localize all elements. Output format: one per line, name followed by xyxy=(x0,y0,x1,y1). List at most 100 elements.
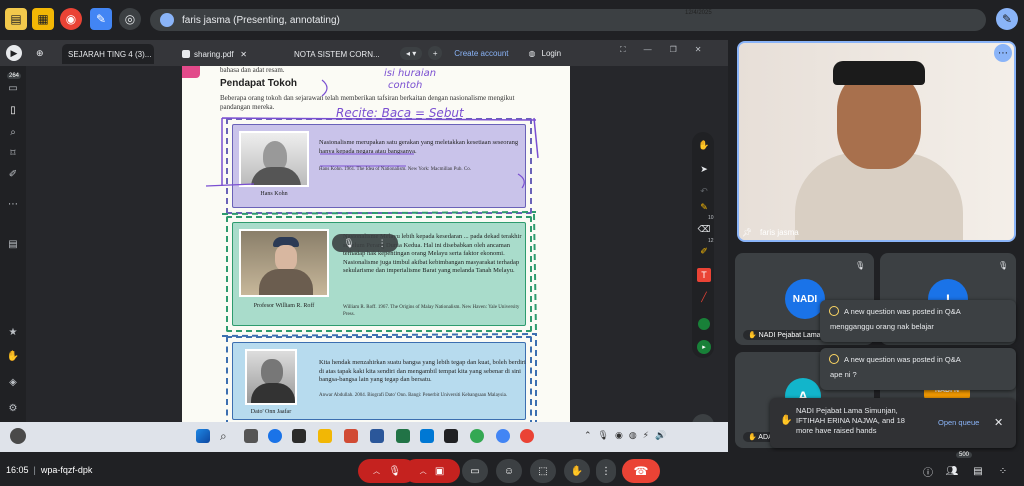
raised-hand-icon: ✋ xyxy=(780,415,793,426)
user-icon[interactable]: ◍ xyxy=(529,49,536,58)
settings-icon[interactable]: ⚙ xyxy=(6,402,20,414)
question-icon xyxy=(829,306,839,316)
more-options-button[interactable]: ⋮ xyxy=(596,459,616,483)
presenter-name: faris jasma xyxy=(760,228,799,237)
presenter-avatar xyxy=(160,13,174,27)
size-count-1: 10 xyxy=(708,215,714,221)
meeting-clock: 16:05 | wpa-fqzf-dpk xyxy=(6,465,93,475)
pen-icon[interactable]: ╱ xyxy=(697,290,711,304)
chrome-profile-icon[interactable] xyxy=(496,429,510,443)
record-icon[interactable]: ◉ xyxy=(60,8,82,30)
pin-icon[interactable]: 📌︎ xyxy=(742,228,752,237)
edge-icon[interactable] xyxy=(268,429,282,443)
present-button[interactable]: ⬚ xyxy=(530,459,556,483)
marker-icon[interactable]: ✐ xyxy=(697,244,711,258)
close-icon[interactable]: ✕ xyxy=(240,50,247,59)
presenter-banner: faris jasma (Presenting, annotating) xyxy=(150,9,986,31)
system-tray-icons[interactable]: ⌃🎙︎◉◍⚡🔊 xyxy=(584,430,672,441)
count-badge: 264 xyxy=(7,73,22,79)
minimize-icon[interactable]: — xyxy=(644,45,652,55)
layers-icon[interactable]: ◈ xyxy=(6,376,20,388)
close-window-icon[interactable]: ✕ xyxy=(695,45,702,55)
color-green-icon[interactable] xyxy=(698,318,710,330)
play-green-icon[interactable]: ▸ xyxy=(697,340,711,354)
notes-icon[interactable]: ▤ xyxy=(5,8,27,30)
eraser-icon[interactable]: ⌫ xyxy=(697,222,711,236)
mic-off-icon: 🎙︎ xyxy=(855,261,866,270)
more-icon[interactable]: ⋯ xyxy=(6,198,20,210)
highlight-icon[interactable]: ✐ xyxy=(6,168,20,180)
activities-icon[interactable]: ⁘ xyxy=(996,464,1010,478)
end-call-button[interactable]: ☎ xyxy=(622,459,660,483)
qa-title: A new question was posted in Q&A xyxy=(844,307,961,316)
excel-icon[interactable] xyxy=(396,429,410,443)
edit-form-icon[interactable]: ✎ xyxy=(90,8,112,30)
create-account-link[interactable]: Create account xyxy=(454,49,508,58)
app-icon[interactable] xyxy=(292,429,306,443)
tab-sharing[interactable]: sharing.pdf ✕ xyxy=(176,44,276,64)
raised-hands-toast: ✋ NADI Pejabat Lama Simunjan, IFTIHAH ER… xyxy=(770,398,1016,448)
undo-icon[interactable]: ↶ xyxy=(697,184,711,198)
cursor-tool-icon[interactable]: ➤ xyxy=(697,162,711,176)
tab-nota[interactable]: NOTA SISTEM CORN... ✕ xyxy=(284,44,382,64)
page-icon[interactable]: ▭ xyxy=(6,82,20,94)
emoji-button[interactable]: ☺ xyxy=(496,459,522,483)
qa-notification-2[interactable]: A new question was posted in Q&A ape ni … xyxy=(820,348,1016,390)
camera-toggle-button[interactable]: ︿ ▣ xyxy=(404,459,460,483)
participant-name: ✋ NADI Pejabat Lama xyxy=(743,330,826,340)
raise-hand-button[interactable]: ✋ xyxy=(564,459,590,483)
participant-count: 500 xyxy=(956,452,973,458)
dropdown-icon[interactable]: ◂ ▾ xyxy=(400,46,423,60)
search-icon[interactable]: ⌕ xyxy=(220,429,234,443)
windows-start-icon[interactable] xyxy=(196,429,210,443)
play-icon[interactable]: ▶ xyxy=(6,45,22,61)
mic-off-icon: 🎙︎ xyxy=(998,261,1009,270)
clipboard-icon[interactable]: ▤ xyxy=(6,238,20,250)
add-icon[interactable]: + xyxy=(428,46,443,60)
eye-icon[interactable]: ◎ xyxy=(119,8,141,30)
qa-notification-1[interactable]: A new question was posted in Q&A menggan… xyxy=(820,300,1016,342)
captions-button[interactable]: ▭ xyxy=(462,459,488,483)
task-view-icon[interactable] xyxy=(244,429,258,443)
pdf-icon xyxy=(182,50,190,58)
annotation-popup: 🎙︎ ⋮ xyxy=(332,234,398,252)
star-icon[interactable]: ★ xyxy=(6,326,20,338)
terminal-icon[interactable] xyxy=(444,429,458,443)
highlighter-icon[interactable]: ✎ xyxy=(697,200,711,214)
weather-icon[interactable] xyxy=(10,428,26,444)
more-options-icon[interactable]: ⋯ xyxy=(994,44,1012,62)
search-icon[interactable]: ⌕ xyxy=(6,126,20,138)
people-icon[interactable]: 👥︎ xyxy=(945,464,959,478)
browser-controls: ◂ ▾ + Create account ◍ Login xyxy=(400,45,561,61)
bookmark-icon[interactable]: ⌑ xyxy=(6,147,20,159)
word-icon[interactable] xyxy=(370,429,384,443)
presenter-video-tile[interactable] xyxy=(737,41,1016,242)
powerpoint-icon[interactable] xyxy=(344,429,358,443)
info-icon[interactable]: ⓘ xyxy=(921,464,935,479)
window-controls: ⛶ — ❐ ✕ xyxy=(620,45,701,55)
file-explorer-icon[interactable] xyxy=(318,429,332,443)
hand-tool-icon[interactable]: ✋ xyxy=(697,138,711,152)
new-tab-icon[interactable]: ⊕ xyxy=(36,48,44,59)
tab-sejarah[interactable]: SEJARAH TING 4 (3)... ✕ xyxy=(62,44,154,64)
qa-body: ape ni ? xyxy=(830,370,857,379)
outlook-icon[interactable] xyxy=(420,429,434,443)
qa-body: mengganggu orang nak belajar xyxy=(830,322,934,331)
annotate-pen-icon[interactable]: ✎ xyxy=(996,8,1018,30)
close-icon[interactable]: ✕ xyxy=(994,416,1003,429)
book-icon[interactable]: ▯ xyxy=(6,104,20,116)
open-queue-button[interactable]: Open queue xyxy=(938,418,979,427)
mic-off-icon[interactable]: 🎙︎ xyxy=(343,238,354,249)
fullscreen-icon[interactable]: ⛶ xyxy=(620,45,626,55)
building-icon[interactable]: ▦ xyxy=(32,8,54,30)
text-tool-icon[interactable]: T xyxy=(697,268,711,282)
raised-hands-text: NADI Pejabat Lama Simunjan, IFTIHAH ERIN… xyxy=(796,406,905,435)
more-vert-icon[interactable]: ⋮ xyxy=(378,238,387,249)
hand-icon[interactable]: ✋ xyxy=(6,350,20,362)
restore-icon[interactable]: ❐ xyxy=(670,45,677,55)
chrome-icon[interactable] xyxy=(470,429,484,443)
chat-icon[interactable]: ▤ xyxy=(971,464,985,478)
question-icon xyxy=(829,354,839,364)
login-link[interactable]: Login xyxy=(542,49,562,58)
chrome-alt-icon[interactable] xyxy=(520,429,534,443)
